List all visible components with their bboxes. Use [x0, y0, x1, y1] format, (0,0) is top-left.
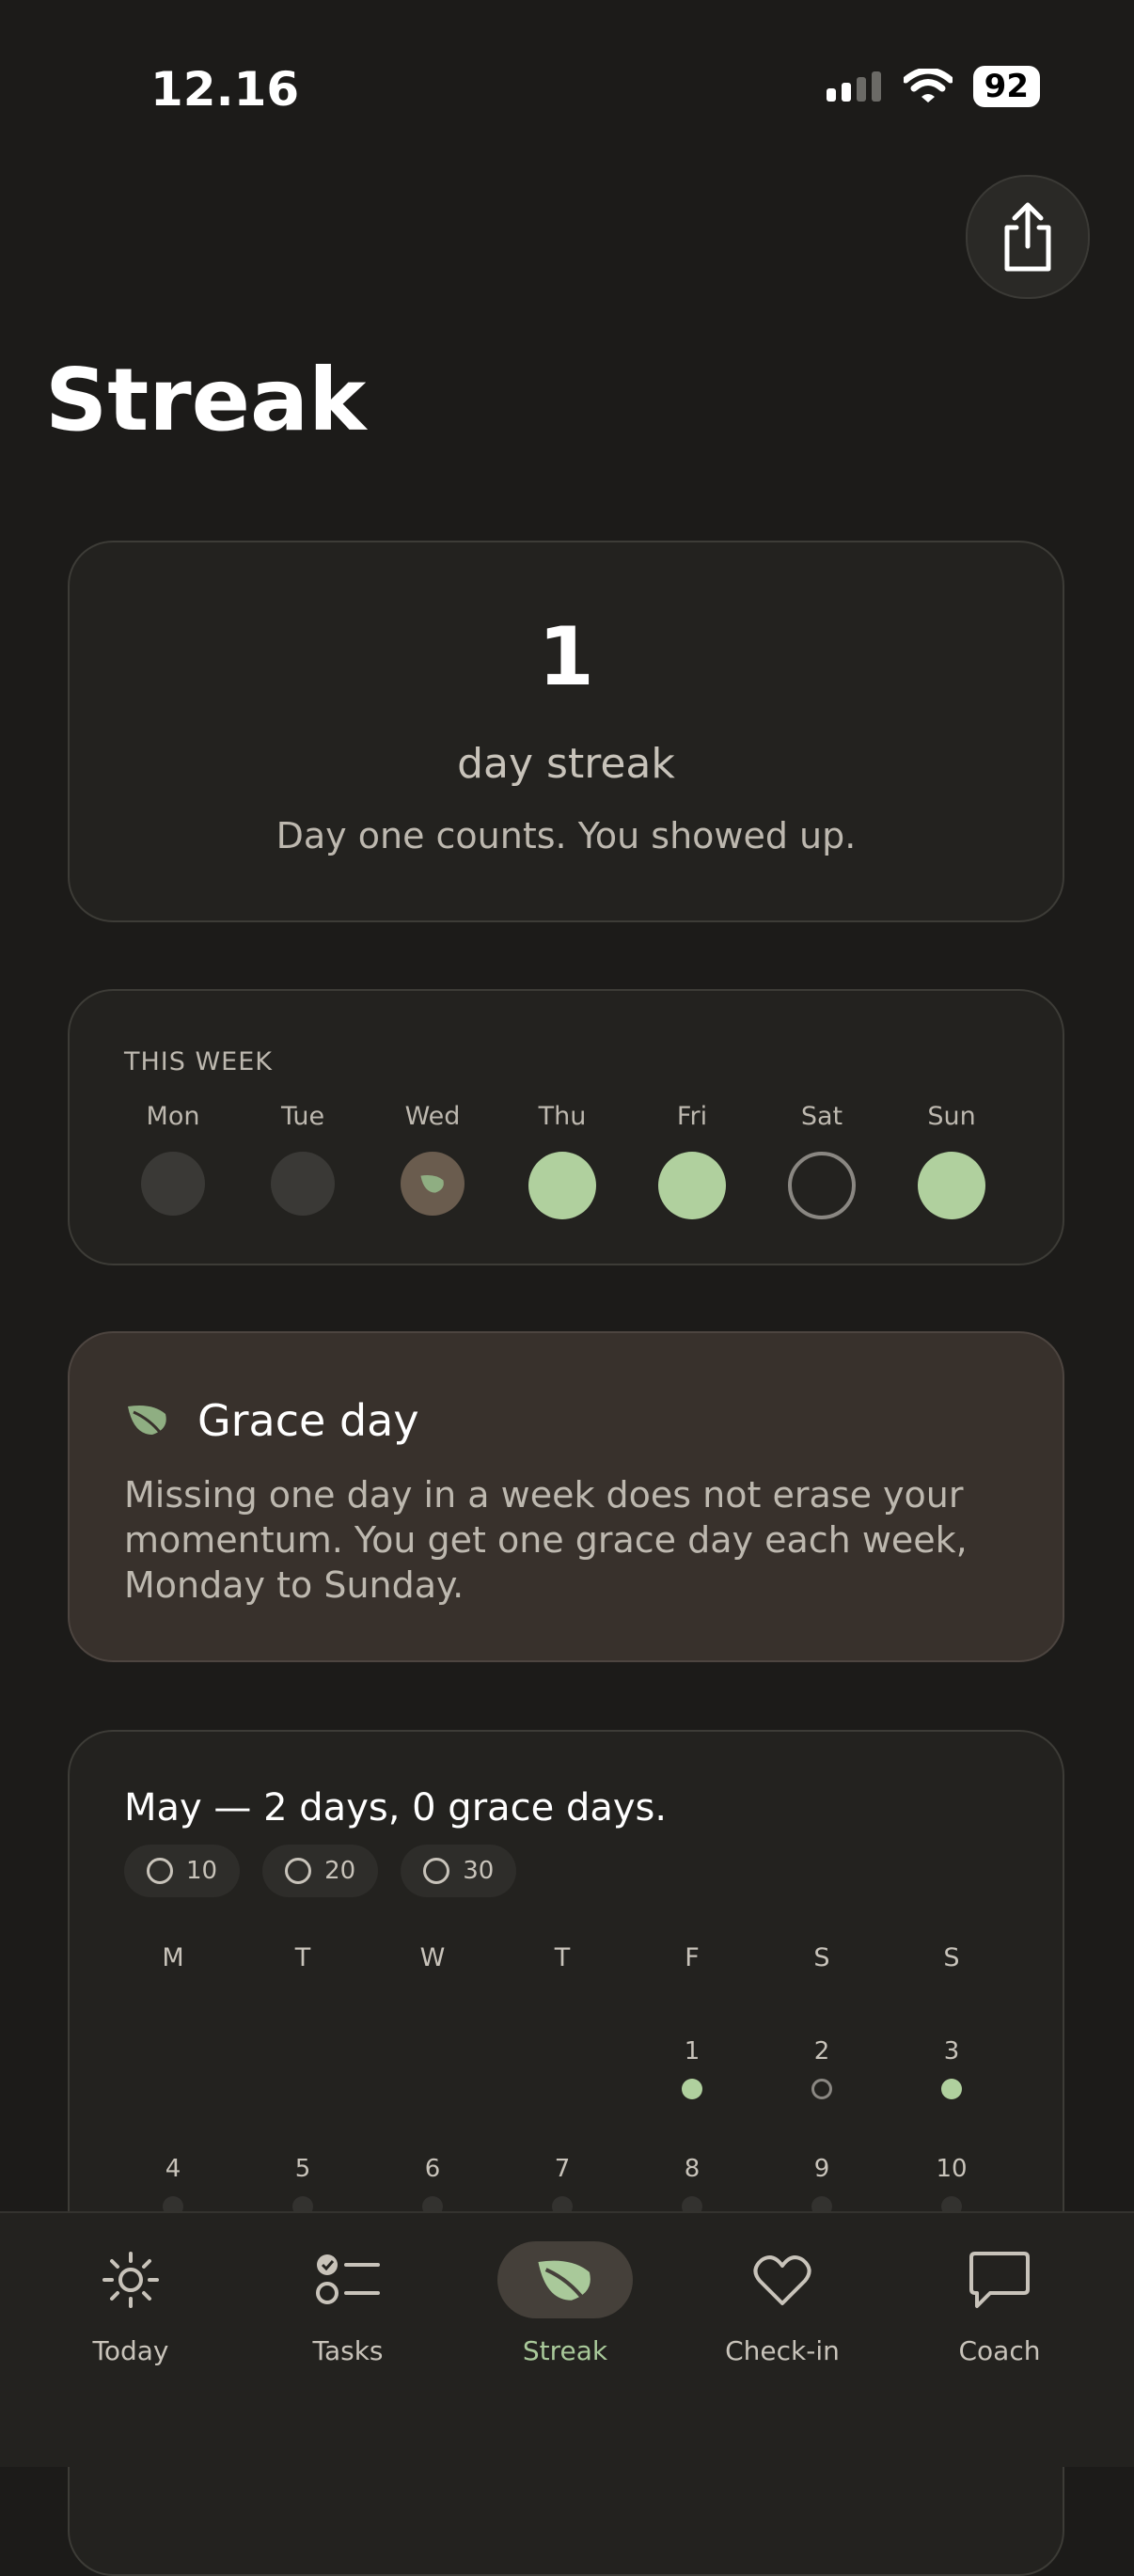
week-day-marker	[141, 1152, 205, 1216]
calendar-day[interactable]: 7	[506, 2155, 619, 2217]
ring-icon	[147, 1858, 173, 1884]
milestone-chip-30[interactable]: 30	[401, 1845, 517, 1897]
week-day-sun: Sun	[895, 1102, 1008, 1219]
calendar-weekday-header: W	[419, 1943, 446, 1972]
calendar-day-number: 2	[813, 2037, 830, 2066]
streak-count: 1	[538, 610, 594, 704]
ring-icon	[423, 1858, 450, 1884]
signal-icon	[826, 71, 881, 102]
calendar-day-number: 3	[943, 2037, 960, 2066]
leaf-icon	[420, 1175, 444, 1193]
streak-card: 1 day streak Day one counts. You showed …	[68, 541, 1064, 922]
milestone-chip-10[interactable]: 10	[124, 1845, 241, 1897]
sun-icon	[63, 2241, 198, 2318]
calendar-day-number: 5	[294, 2155, 311, 2183]
calendar-day-number: 4	[165, 2155, 181, 2183]
nav-label: Today	[92, 2335, 169, 2366]
ring-icon	[285, 1858, 312, 1884]
calendar-day[interactable]: 5	[246, 2155, 359, 2217]
calendar-day[interactable]: 2	[765, 2037, 878, 2099]
week-day-thu: Thu	[506, 1102, 619, 1219]
bottom-nav: Today Tasks Streak Check-in Coach	[0, 2211, 1134, 2467]
calendar-day-number: 10	[936, 2155, 968, 2183]
calendar-day[interactable]: 4	[117, 2155, 229, 2217]
calendar-day-number: 6	[424, 2155, 441, 2183]
page-title: Streak	[45, 350, 367, 450]
calendar-weekday-header: T	[294, 1943, 311, 1972]
week-day-name: Mon	[146, 1102, 200, 1131]
nav-today[interactable]: Today	[46, 2241, 215, 2366]
nav-streak[interactable]: Streak	[480, 2241, 650, 2366]
calendar-day-number: 8	[684, 2155, 701, 2183]
leaf-icon	[128, 1406, 166, 1436]
nav-label: Check-in	[725, 2335, 840, 2366]
week-day-name: Thu	[538, 1102, 587, 1131]
battery-indicator: 92	[972, 66, 1040, 107]
grace-title: Grace day	[197, 1395, 419, 1446]
calendar-weekday-header: M	[162, 1943, 184, 1972]
week-day-tue: Tue	[246, 1102, 359, 1216]
nav-label: Tasks	[312, 2335, 384, 2366]
week-day-marker	[788, 1152, 856, 1219]
calendar-day[interactable]: 1	[636, 2037, 748, 2099]
chat-bubble-icon	[932, 2241, 1067, 2318]
nav-label: Streak	[522, 2335, 608, 2366]
calendar-weekday-header: F	[685, 1943, 700, 1972]
calendar-day-number: 7	[554, 2155, 571, 2183]
week-day-marker	[918, 1152, 985, 1219]
nav-label: Coach	[958, 2335, 1041, 2366]
status-icons: 92	[825, 66, 1040, 107]
heart-icon	[715, 2241, 850, 2318]
week-label: THIS WEEK	[124, 1047, 274, 1076]
calendar-day[interactable]: 10	[895, 2155, 1008, 2217]
nav-coach[interactable]: Coach	[915, 2241, 1084, 2366]
milestone-chip-20[interactable]: 20	[262, 1845, 379, 1897]
calendar-day[interactable]: 8	[636, 2155, 748, 2217]
checklist-icon	[280, 2241, 416, 2318]
week-day-marker	[658, 1152, 726, 1219]
week-day-sat: Sat	[765, 1102, 878, 1219]
streak-message: Day one counts. You showed up.	[276, 815, 857, 856]
nav-check-in[interactable]: Check-in	[698, 2241, 867, 2366]
grace-day-card: Grace day Missing one day in a week does…	[68, 1331, 1064, 1662]
week-day-name: Wed	[404, 1102, 461, 1131]
week-day-fri: Fri	[636, 1102, 748, 1219]
calendar-day-number: 9	[813, 2155, 830, 2183]
week-day-marker	[401, 1152, 465, 1216]
week-day-name: Fri	[676, 1102, 708, 1131]
wifi-icon	[903, 69, 953, 102]
week-day-wed: Wed	[376, 1102, 489, 1216]
week-day-name: Sat	[800, 1102, 843, 1131]
leaf-icon	[497, 2241, 633, 2318]
week-day-name: Tue	[280, 1102, 325, 1131]
share-button[interactable]	[966, 175, 1090, 299]
month-title: May — 2 days, 0 grace days.	[124, 1786, 668, 1830]
week-day-name: Sun	[927, 1102, 976, 1131]
calendar-day[interactable]: 6	[376, 2155, 489, 2217]
week-day-marker	[528, 1152, 596, 1219]
streak-unit: day streak	[457, 740, 675, 788]
calendar-weekday-header: T	[554, 1943, 571, 1972]
grace-body: Missing one day in a week does not erase…	[124, 1474, 968, 1606]
milestone-chip-label: 10	[186, 1857, 218, 1885]
milestone-chip-label: 20	[324, 1857, 356, 1885]
status-time: 12.16	[150, 62, 300, 117]
calendar-day-marker	[811, 2079, 832, 2099]
calendar-day-number: 1	[684, 2037, 701, 2066]
milestone-chip-label: 30	[463, 1857, 495, 1885]
calendar-weekday-header: S	[943, 1943, 960, 1972]
milestone-chips: 10 20 30	[124, 1845, 517, 1897]
calendar-day[interactable]: 3	[895, 2037, 1008, 2099]
week-day-mon: Mon	[117, 1102, 229, 1216]
calendar-weekday-header: S	[813, 1943, 830, 1972]
nav-tasks[interactable]: Tasks	[263, 2241, 433, 2366]
calendar-day[interactable]: 9	[765, 2155, 878, 2217]
week-day-marker	[271, 1152, 335, 1216]
share-icon	[1004, 202, 1051, 272]
calendar-day-marker	[682, 2079, 702, 2099]
this-week-card: THIS WEEK Mon Tue Wed Thu Fri Sat Sun	[68, 989, 1064, 1265]
calendar-day-marker	[941, 2079, 962, 2099]
